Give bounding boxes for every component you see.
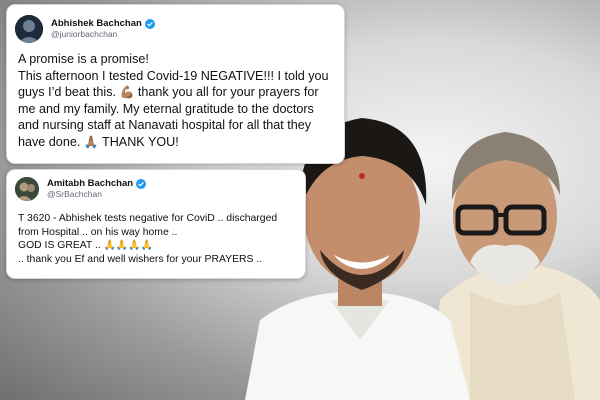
verified-badge-icon xyxy=(136,179,147,190)
tweet-line: from Hospital .. on his way home .. xyxy=(18,226,178,238)
tweet-line: have done. 🙏🏽 THANK YOU! xyxy=(18,134,343,151)
tweet-line-text: guys I’d beat this. xyxy=(18,85,117,100)
tweet-line-text: THANK YOU! xyxy=(98,134,179,149)
avatar[interactable] xyxy=(15,177,39,201)
tweet-line: and nursing staff at Nanavati hospital f… xyxy=(18,118,312,133)
avatar-icon xyxy=(15,15,43,43)
folded-hands-emoji: 🙏🙏🙏🙏 xyxy=(103,240,153,252)
display-name[interactable]: Abhishek Bachchan xyxy=(51,17,155,30)
tweet-text: A promise is a promise! This afternoon I… xyxy=(18,51,343,151)
tweet-line: guys I’d beat this. 💪🏽 thank you all for… xyxy=(18,84,343,101)
tweet-line: GOD IS GREAT .. 🙏🙏🙏🙏 xyxy=(18,239,303,253)
tweet-line: T 3620 - Abhishek tests negative for Cov… xyxy=(18,213,278,224)
display-name[interactable]: Amitabh Bachchan xyxy=(47,177,147,190)
user-handle[interactable]: @juniorbachchan xyxy=(51,29,155,40)
avatar[interactable] xyxy=(15,15,43,43)
flexed-biceps-emoji: 💪🏽 xyxy=(119,85,135,100)
folded-hands-emoji: 🙏🏽 xyxy=(83,134,99,149)
tweet-line-text: GOD IS GREAT .. xyxy=(18,240,104,252)
verified-badge-icon xyxy=(144,19,155,30)
tweet-line: .. thank you Ef and well wishers for you… xyxy=(18,253,263,265)
tweet-card-amitabh[interactable]: Amitabh Bachchan @SrBachchan T 3620 - Ab… xyxy=(6,169,306,279)
user-handle[interactable]: @SrBachchan xyxy=(47,189,146,200)
tweet-line: This afternoon I tested Covid-19 NEGATIV… xyxy=(18,68,329,83)
tweet-header: Abhishek Bachchan @juniorbachchan xyxy=(15,13,155,45)
avatar-icon xyxy=(15,177,39,201)
display-name-text: Amitabh Bachchan xyxy=(47,177,134,189)
tweet-line-text: have done. xyxy=(18,134,81,149)
tweet-line: A promise is a promise! xyxy=(18,52,149,66)
tweet-line-text: thank you all for your prayers for xyxy=(134,85,319,100)
tweet-text: T 3620 - Abhishek tests negative for Cov… xyxy=(18,212,303,266)
tweet-header: Amitabh Bachchan @SrBachchan xyxy=(15,176,147,202)
tweet-line: me and my family. My eternal gratitude t… xyxy=(18,101,314,116)
tweet-card-abhishek[interactable]: Abhishek Bachchan @juniorbachchan A prom… xyxy=(6,4,345,164)
display-name-text: Abhishek Bachchan xyxy=(51,17,142,29)
